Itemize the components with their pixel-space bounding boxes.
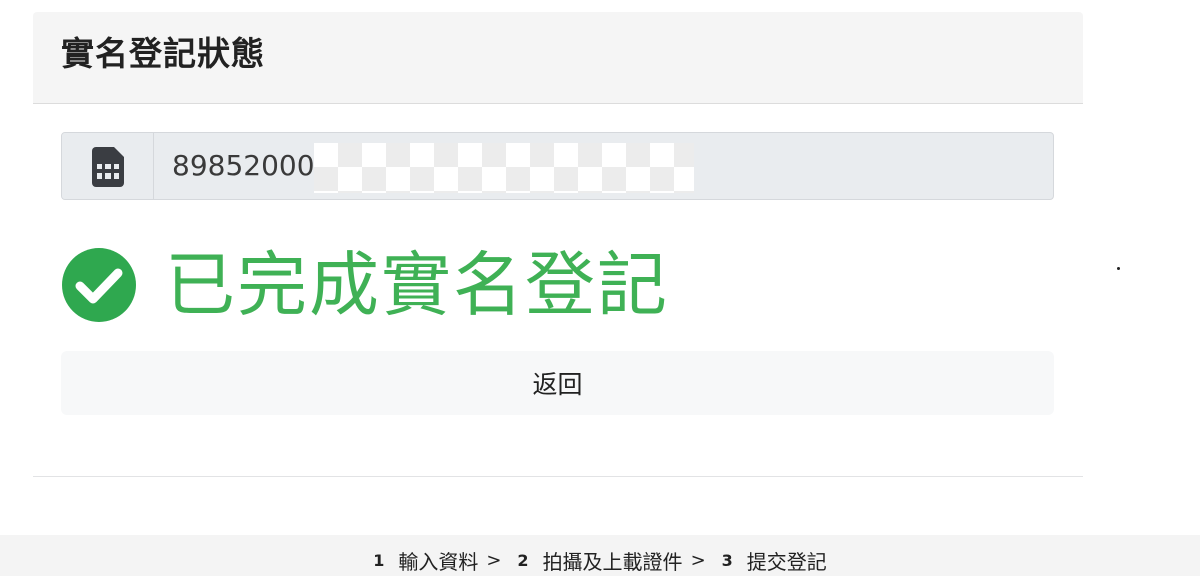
redaction-mask <box>314 143 694 193</box>
check-circle-icon <box>62 248 136 322</box>
step-label: 提交登記 <box>746 550 827 574</box>
step-separator: > <box>690 550 706 571</box>
step-2: 2 拍攝及上載證件 > <box>517 546 721 575</box>
stray-dot <box>1117 267 1120 270</box>
step-label: 拍攝及上載證件 <box>542 550 683 574</box>
card-header: 實名登記狀態 <box>33 12 1083 104</box>
step-number: 2 <box>517 551 529 570</box>
page-title: 實名登記狀態 <box>61 34 265 73</box>
back-button[interactable]: 返回 <box>61 351 1054 415</box>
status-text: 已完成實名登記 <box>165 244 669 326</box>
progress-steps: 1 輸入資料 > 2 拍攝及上載證件 > 3 提交登記 <box>0 535 1200 576</box>
status-card: 實名登記狀態 89852000 已完成實名登記 返回 <box>33 12 1083 477</box>
sim-number-field: 89852000 <box>61 132 1054 200</box>
sim-number-value: 89852000 <box>172 149 315 182</box>
step-separator: > <box>486 550 502 571</box>
step-1: 1 輸入資料 > <box>373 546 517 575</box>
sim-addon <box>62 133 154 199</box>
progress-footer: 1 輸入資料 > 2 拍攝及上載證件 > 3 提交登記 <box>0 535 1200 576</box>
sim-card-icon <box>92 147 124 187</box>
step-label: 輸入資料 <box>398 550 479 574</box>
step-number: 1 <box>373 551 385 570</box>
step-number: 3 <box>721 551 733 570</box>
step-3: 3 提交登記 <box>722 546 827 575</box>
